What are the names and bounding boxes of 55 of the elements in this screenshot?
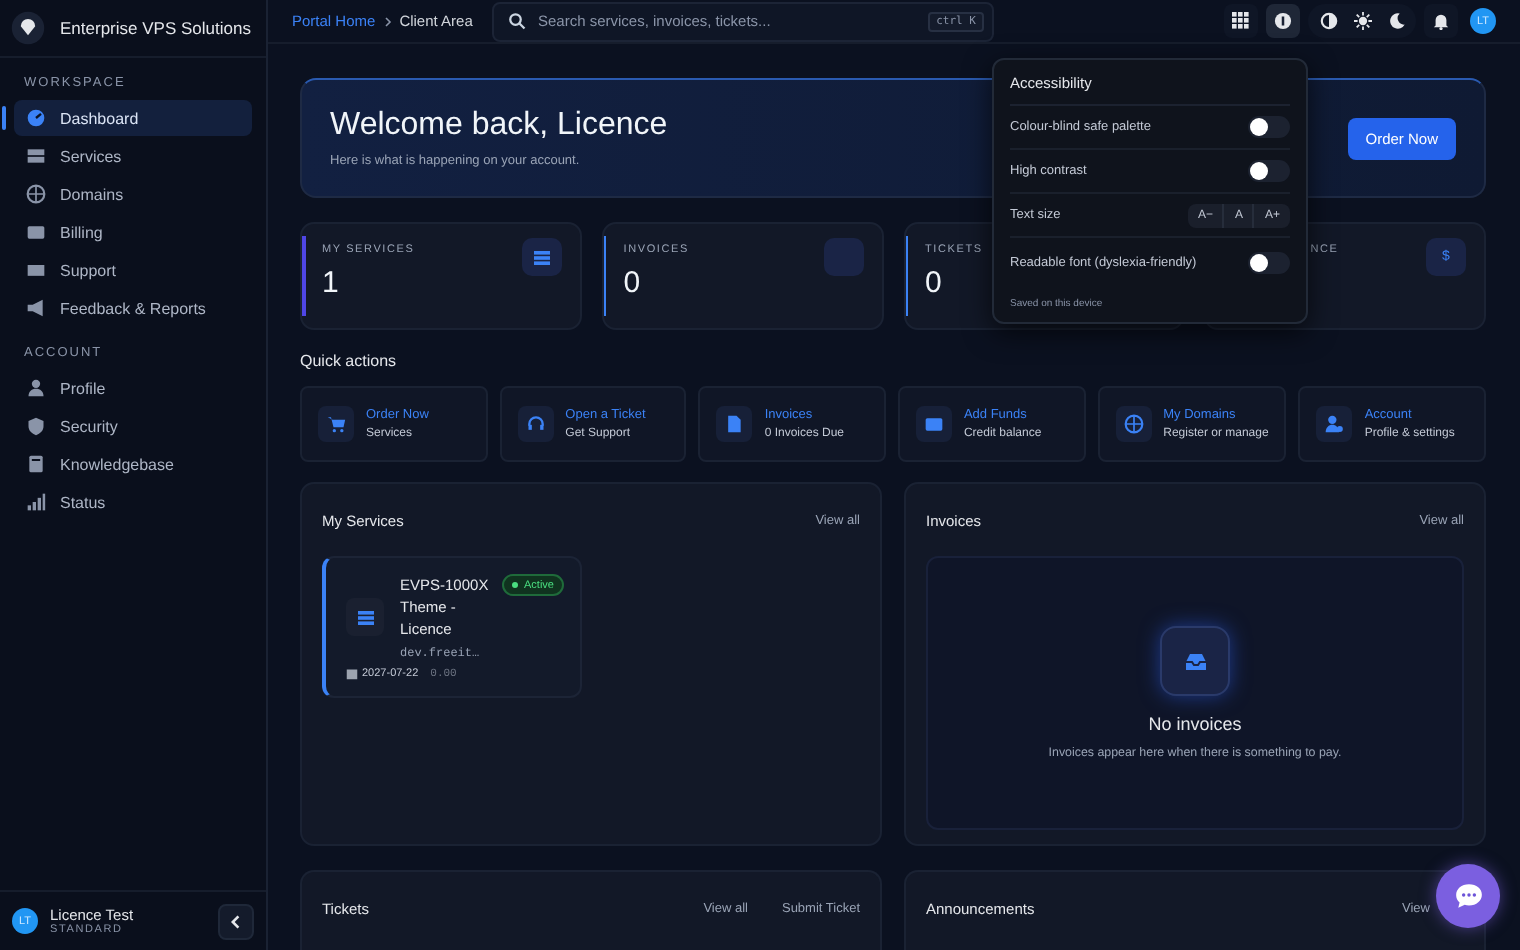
inbox-icon [1160,626,1230,696]
globe-icon [1115,406,1152,442]
user-icon [26,378,46,398]
logo-icon [10,10,46,46]
search-icon [508,12,526,30]
document-icon [716,406,753,442]
chat-bubble-icon [1453,882,1483,910]
toggle-switch[interactable] [1248,160,1290,182]
cart-icon [318,406,354,442]
notifications-button[interactable] [1424,4,1458,38]
chevron-left-icon [228,913,244,929]
calendar-icon [346,667,358,679]
sun-icon [1353,12,1371,30]
accessibility-icon [1274,12,1292,30]
nav-item[interactable]: Support [14,252,252,288]
brand-name: Enterprise VPS Solutions [60,18,251,38]
ticket-icon [26,260,46,280]
nav-item[interactable]: Knowledgebase [14,446,252,482]
bell-icon [1432,12,1450,30]
signal-icon [26,492,46,512]
apps-button[interactable] [1224,4,1258,38]
nav-item[interactable]: Domains [14,176,252,212]
shield-icon [26,416,46,436]
card-icon [26,222,46,242]
accessibility-button[interactable] [1266,4,1300,38]
contrast-icon [1319,12,1337,30]
stat-value: 0 [623,266,643,300]
book-icon [26,454,46,474]
stat-value: 0 [925,266,944,300]
stat-icon [823,238,863,276]
section-title: Quick actions [300,352,399,370]
wallet-icon [915,406,952,442]
toggle-switch[interactable] [1248,251,1290,273]
moon-icon [1387,12,1405,30]
headset-icon [517,406,554,442]
nav-item[interactable]: Status [14,484,252,520]
gauge-icon [26,108,46,128]
list-icon [521,238,562,276]
chevron-right-icon [383,15,392,27]
stat-value: 1 [322,266,341,300]
toggle-switch[interactable] [1248,116,1290,138]
globe-icon [26,184,46,204]
welcome-title: Welcome back, Licence [330,108,668,144]
grid-icon [1232,12,1250,30]
empty-title: No invoices [1148,714,1242,734]
collapse-button[interactable] [218,903,254,939]
server-icon [26,146,46,166]
megaphone-icon [26,298,46,318]
nav-item[interactable]: Security [14,408,252,444]
nav-item[interactable]: Profile [14,370,252,406]
nav-item[interactable]: Feedback & Reports [14,290,252,326]
user-icon [1316,406,1353,442]
nav-item[interactable]: Services [14,138,252,174]
nav-item[interactable]: Billing [14,214,252,250]
server-icon [346,598,384,636]
